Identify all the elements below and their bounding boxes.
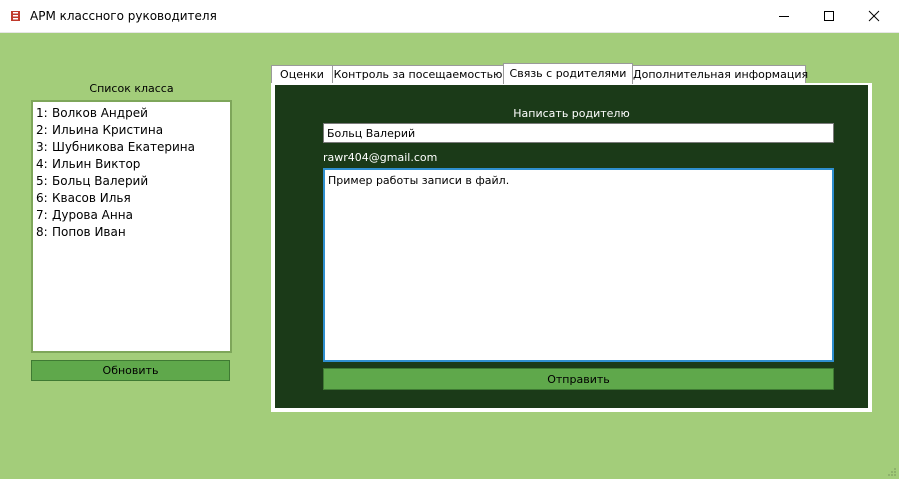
message-textarea[interactable]: Пример работы записи в файл. (323, 168, 834, 362)
parent-name-field[interactable] (323, 123, 834, 143)
tab-grades[interactable]: Оценки (271, 65, 333, 83)
student-name: Дурова Анна (52, 208, 133, 222)
student-list-item[interactable]: 7: Дурова Анна (36, 207, 230, 224)
student-list-item[interactable]: 5: Больц Валерий (36, 173, 230, 190)
student-name: Ильина Кристина (52, 123, 164, 137)
maximize-button[interactable] (806, 0, 852, 32)
student-list-item[interactable]: 4: Ильин Виктор (36, 156, 230, 173)
student-list-item[interactable]: 3: Шубникова Екатерина (36, 139, 230, 156)
close-button[interactable] (851, 0, 897, 32)
parent-email: rawr404@gmail.com (323, 151, 438, 164)
student-name: Попов Иван (52, 225, 126, 239)
minimize-icon (779, 16, 789, 17)
student-list-item[interactable]: 8: Попов Иван (36, 224, 230, 241)
tab-parents[interactable]: Связь с родителями (503, 63, 633, 84)
minimize-button[interactable] (761, 0, 807, 32)
student-list-item[interactable]: 6: Квасов Илья (36, 190, 230, 207)
student-number: 6: (36, 191, 48, 205)
student-name: Волков Андрей (52, 106, 148, 120)
student-name: Квасов Илья (52, 191, 131, 205)
title-bar: АРМ классного руководителя (0, 0, 899, 33)
student-number: 3: (36, 140, 48, 154)
parents-contact-panel: Написать родителю rawr404@gmail.com Прим… (275, 85, 868, 408)
student-name: Больц Валерий (52, 174, 149, 188)
tab-panel: Написать родителю rawr404@gmail.com Прим… (271, 83, 872, 412)
window-title: АРМ классного руководителя (30, 9, 217, 23)
resize-grip-icon[interactable] (887, 467, 897, 477)
refresh-button[interactable]: Обновить (31, 360, 230, 381)
student-number: 1: (36, 106, 48, 120)
tab-attendance[interactable]: Контроль за посещаемостью (332, 65, 504, 83)
tab-additional-info[interactable]: Дополнительная информация (632, 65, 808, 83)
student-number: 5: (36, 174, 48, 188)
student-number: 7: (36, 208, 48, 222)
student-list-item[interactable]: 2: Ильина Кристина (36, 122, 230, 139)
send-button[interactable]: Отправить (323, 368, 834, 390)
student-number: 4: (36, 157, 48, 171)
student-number: 2: (36, 123, 48, 137)
class-list-title: Список класса (89, 82, 174, 95)
student-name: Ильин Виктор (52, 157, 141, 171)
student-list-item[interactable]: 1: Волков Андрей (36, 105, 230, 122)
close-icon (868, 10, 880, 22)
maximize-icon (824, 11, 834, 21)
student-number: 8: (36, 225, 48, 239)
app-icon (9, 9, 23, 23)
class-listbox[interactable]: 1: Волков Андрей 2: Ильина Кристина 3: Шубник… (31, 100, 232, 353)
write-parent-title: Написать родителю (513, 107, 630, 120)
student-list[interactable]: 1: Волков Андрей 2: Ильина Кристина 3: Шубник… (33, 102, 230, 241)
student-name: Шубникова Екатерина (52, 140, 195, 154)
